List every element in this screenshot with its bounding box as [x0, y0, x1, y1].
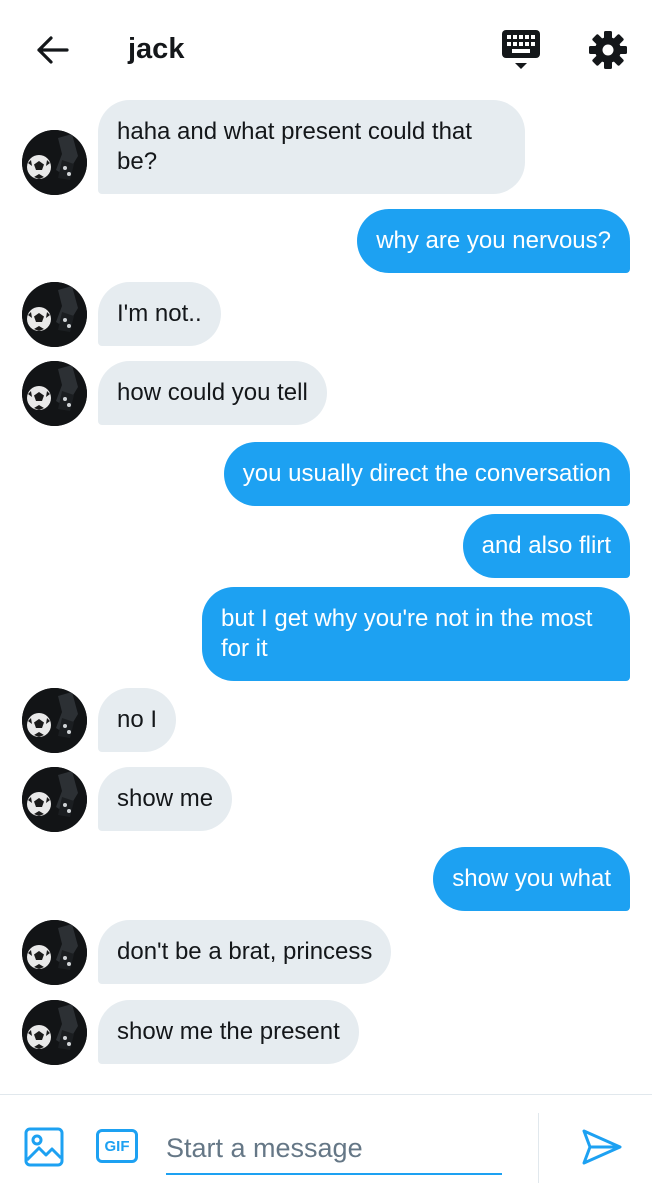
message-row: why are you nervous?: [0, 209, 652, 273]
message-bubble-outgoing[interactable]: show you what: [433, 847, 630, 911]
message-row: I'm not..: [0, 282, 652, 347]
message-composer: GIF: [0, 1094, 652, 1200]
message-row: show me: [0, 767, 652, 832]
message-row: show you what: [0, 847, 652, 911]
composer-divider: [538, 1113, 539, 1183]
avatar[interactable]: [22, 361, 87, 426]
message-bubble-outgoing[interactable]: you usually direct the conversation: [223, 442, 630, 506]
arrow-left-icon: [37, 36, 69, 64]
soccer-ball-icon: [22, 282, 87, 347]
send-icon: [582, 1129, 622, 1165]
message-row: no I: [0, 688, 652, 753]
message-row: how could you tell: [0, 361, 652, 426]
message-bubble-incoming[interactable]: show me the present: [98, 1000, 359, 1064]
image-icon: [24, 1127, 64, 1167]
settings-button[interactable]: [586, 28, 630, 72]
avatar[interactable]: [22, 282, 87, 347]
message-bubble-incoming[interactable]: no I: [98, 688, 177, 752]
message-row: don't be a brat, princess: [0, 920, 652, 985]
message-row: but I get why you're not in the most for…: [0, 587, 652, 681]
back-button[interactable]: [30, 28, 74, 72]
message-row: you usually direct the conversation: [0, 442, 652, 506]
soccer-ball-icon: [22, 920, 87, 985]
avatar[interactable]: [22, 130, 87, 195]
gear-icon: [589, 31, 627, 69]
avatar[interactable]: [22, 920, 87, 985]
soccer-ball-icon: [22, 130, 87, 195]
message-input[interactable]: [166, 1123, 502, 1175]
conversation-title: jack: [128, 33, 185, 65]
gif-button[interactable]: GIF: [96, 1129, 138, 1163]
message-row: haha and what present could that be?: [0, 100, 652, 196]
message-bubble-incoming[interactable]: show me: [98, 767, 233, 831]
message-row: and also flirt: [0, 514, 652, 578]
message-bubble-incoming[interactable]: I'm not..: [98, 282, 221, 346]
avatar[interactable]: [22, 1000, 87, 1065]
add-photo-button[interactable]: [24, 1127, 64, 1167]
message-thread[interactable]: haha and what present could that be? why…: [0, 98, 652, 1094]
message-bubble-outgoing[interactable]: but I get why you're not in the most for…: [202, 587, 630, 681]
send-button[interactable]: [580, 1127, 624, 1167]
soccer-ball-icon: [22, 1000, 87, 1065]
avatar[interactable]: [22, 688, 87, 753]
chat-header: jack: [0, 0, 652, 98]
message-bubble-outgoing[interactable]: why are you nervous?: [357, 209, 630, 273]
avatar[interactable]: [22, 767, 87, 832]
message-row: show me the present: [0, 1000, 652, 1065]
message-bubble-incoming[interactable]: how could you tell: [98, 361, 327, 425]
soccer-ball-icon: [22, 767, 87, 832]
keyboard-icon: [502, 30, 540, 69]
message-bubble-incoming[interactable]: haha and what present could that be?: [98, 100, 525, 194]
soccer-ball-icon: [22, 688, 87, 753]
message-bubble-outgoing[interactable]: and also flirt: [462, 514, 630, 578]
soccer-ball-icon: [22, 361, 87, 426]
message-bubble-incoming[interactable]: don't be a brat, princess: [98, 920, 392, 984]
keyboard-button[interactable]: [498, 26, 544, 72]
